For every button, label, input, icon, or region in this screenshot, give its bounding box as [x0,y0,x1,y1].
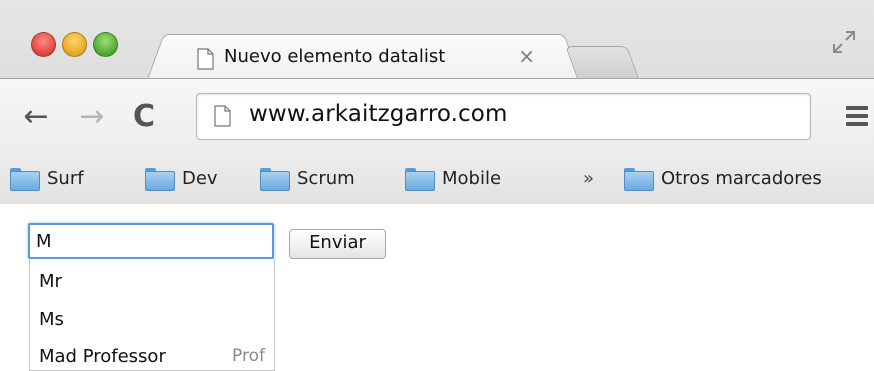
suggestion-item[interactable]: Mad Professor Prof [30,340,274,371]
suggestion-label: Prof [232,346,265,366]
suggestion-item[interactable]: Ms [30,303,274,337]
back-button[interactable]: ← [21,97,51,137]
bookmark-surf[interactable]: Surf [10,162,84,194]
datalist-suggestions: Mr Ms Mad Professor Prof [29,259,275,371]
tab-close-button[interactable]: × [518,44,535,68]
bookmark-mobile[interactable]: Mobile [405,162,501,194]
address-bar[interactable]: www.arkaitzgarro.com [196,93,811,140]
address-url[interactable]: www.arkaitzgarro.com [249,101,507,127]
reload-button[interactable]: C [129,97,159,137]
close-window-icon[interactable] [31,32,56,57]
tab-active[interactable]: Nuevo elemento datalist × [168,34,560,80]
bookmark-dev[interactable]: Dev [145,162,218,194]
bookmark-scrum[interactable]: Scrum [260,162,355,194]
suggestion-item[interactable]: Mr [30,265,274,299]
forward-button[interactable]: → [77,97,107,137]
page-icon [214,105,231,127]
page-icon [197,48,214,70]
bookmark-label: Dev [182,167,218,189]
tab-title: Nuevo elemento datalist [224,46,446,67]
browser-window-chrome: Nuevo elemento datalist × ← → C www.arka… [0,0,874,204]
bookmark-label: Surf [47,167,84,189]
fullscreen-icon[interactable] [832,30,856,54]
bookmarks-overflow-button[interactable]: » [583,162,594,194]
suggestion-value: Ms [39,309,64,330]
bookmark-other[interactable]: Otros marcadores [624,162,822,194]
folder-icon [624,167,654,191]
folder-icon [10,167,40,191]
folder-icon [260,167,290,191]
submit-button[interactable]: Enviar [289,229,386,259]
title-bar: Nuevo elemento datalist × [0,0,874,80]
minimize-window-icon[interactable] [62,32,87,57]
bookmark-label: Otros marcadores [661,167,822,189]
folder-icon [145,167,175,191]
browser-toolbar: ← → C www.arkaitzgarro.com [0,78,874,156]
zoom-window-icon[interactable] [93,32,118,57]
bookmark-label: Scrum [297,167,355,189]
bookmarks-bar: Surf Dev Scrum Mobile » Otros marcadores [0,156,874,204]
folder-icon [405,167,435,191]
suggestion-value: Mad Professor [39,346,166,367]
datalist-input[interactable] [28,223,274,259]
suggestion-value: Mr [39,271,62,292]
bookmark-label: Mobile [442,167,502,189]
menu-icon[interactable] [846,106,868,128]
new-tab-button[interactable] [565,46,639,78]
